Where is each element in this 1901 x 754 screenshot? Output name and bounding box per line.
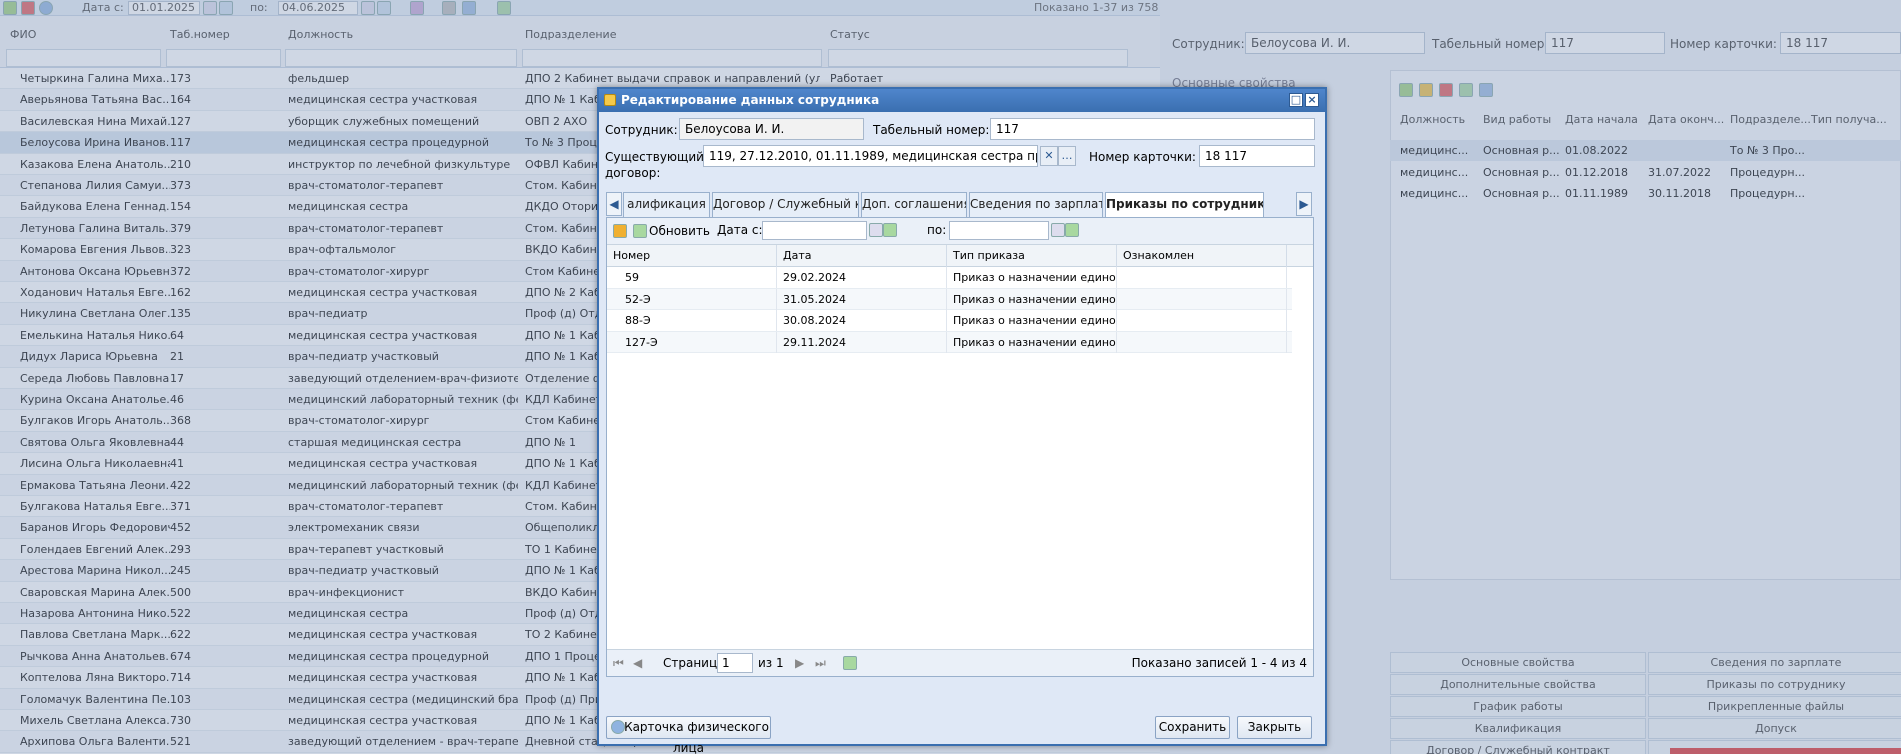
orders-date-to-label: по: [927,223,947,237]
contract-field[interactable]: 119, 27.12.2010, 01.11.1989, медицинская… [703,145,1038,167]
order-cell-ack [1117,288,1287,310]
order-row[interactable]: 127-Э 29.11.2024 Приказ о назначении едино… [607,331,1292,353]
order-cell-type: Приказ о назначении единов... [947,288,1117,310]
orders-date-from-label: Дата с: [717,223,763,237]
card-label: Номер карточки: [1089,150,1196,164]
orders-toolbar: Обновить Дата с: по: [607,218,1313,245]
person-card-button[interactable]: Карточка физического лица [606,716,771,754]
tab-orders[interactable]: Приказы по сотруднику [1105,192,1264,218]
next-page-icon[interactable]: ▶ [795,656,804,670]
orders-panel: Обновить Дата с: по: Номер Дата Тип прик… [606,217,1314,677]
edit-employee-dialog: Редактирование данных сотрудника □ × Сот… [597,87,1327,754]
card-field[interactable]: 18 117 [1199,145,1315,167]
close-button[interactable]: Закрыть [1237,716,1312,739]
contract-label: Существующий договор: [605,150,704,180]
first-page-icon[interactable]: ⏮ [613,656,624,671]
order-cell-type: Приказ о назначении единов... [947,310,1117,331]
orders-table-header: Номер Дата Тип приказа Ознакомлен [607,245,1313,267]
pager: ⏮ ◀ Страница 1 из 1 ▶ ⏭ Показано записей… [607,649,1313,676]
col-acknowledged[interactable]: Ознакомлен [1117,245,1287,267]
maximize-icon[interactable]: □ [1289,93,1303,107]
save-button[interactable]: Сохранить [1155,716,1230,739]
refresh-icon[interactable] [633,224,647,238]
orders-date-from-input[interactable] [762,221,867,240]
page-input[interactable]: 1 [717,653,753,673]
order-cell-type: Приказ о назначении единов... [947,331,1117,353]
person-icon [611,720,625,734]
order-row[interactable]: 52-Э 31.05.2024 Приказ о назначении единов… [607,288,1292,310]
last-page-icon[interactable]: ⏭ [815,656,826,671]
app-root: { "background": { "toolbar": { "date_fro… [0,0,1901,754]
refresh-icon[interactable] [843,656,857,670]
tab-scroll-left-icon[interactable]: ◀ [606,192,622,216]
order-cell-ack [1117,331,1287,353]
order-cell-type: Приказ о назначении единов... [947,267,1117,288]
page-label: Страница [663,656,725,670]
refresh-button[interactable]: Обновить [649,224,710,238]
pager-shown-text: Показано записей 1 - 4 из 4 [1131,656,1307,670]
order-cell-date: 31.05.2024 [777,288,947,310]
calendar-icon[interactable] [869,223,883,237]
tab-strip: ◀ алификация Договор / Служебный контрак… [606,192,1314,218]
order-cell-date: 29.11.2024 [777,331,947,353]
order-cell-number: 52-Э [607,288,777,310]
tab-number-field[interactable]: 117 [990,118,1315,140]
clear-date-icon[interactable] [1065,223,1079,237]
order-row[interactable]: 59 29.02.2024 Приказ о назначении единов..… [607,267,1292,289]
dialog-title: Редактирование данных сотрудника [621,93,880,107]
dialog-title-bar[interactable]: Редактирование данных сотрудника □ × [599,89,1325,112]
page-of-label: из 1 [758,656,784,670]
window-icon [604,94,616,106]
col-date[interactable]: Дата [777,245,947,267]
order-cell-number: 88-Э [607,310,777,331]
tab-contract[interactable]: Договор / Служебный контракт [712,192,859,217]
edit-icon[interactable] [613,224,627,238]
order-cell-number: 127-Э [607,331,777,353]
order-cell-date: 29.02.2024 [777,267,947,288]
calendar-icon[interactable] [1051,223,1065,237]
tab-agreements[interactable]: Доп. соглашения [861,192,967,217]
col-number[interactable]: Номер [607,245,777,267]
order-cell-ack [1117,310,1287,331]
order-cell-ack [1117,267,1287,288]
col-order-type[interactable]: Тип приказа [947,245,1117,267]
employee-field[interactable]: Белоусова И. И. [679,118,864,140]
close-icon[interactable]: × [1305,93,1319,107]
prev-page-icon[interactable]: ◀ [633,656,642,670]
select-contract-icon[interactable]: … [1058,146,1076,166]
order-cell-date: 30.08.2024 [777,310,947,331]
orders-date-to-input[interactable] [949,221,1049,240]
tab-qualification[interactable]: алификация [623,192,710,217]
clear-date-icon[interactable] [883,223,897,237]
tab-scroll-right-icon[interactable]: ▶ [1296,192,1312,216]
order-row[interactable]: 88-Э 30.08.2024 Приказ о назначении единов… [607,310,1292,332]
employee-label: Сотрудник: [605,123,678,137]
tab-salary[interactable]: Сведения по зарплате [969,192,1103,217]
order-cell-number: 59 [607,267,777,288]
clear-contract-icon[interactable]: ✕ [1040,146,1058,166]
tab-number-label: Табельный номер: [873,123,990,137]
